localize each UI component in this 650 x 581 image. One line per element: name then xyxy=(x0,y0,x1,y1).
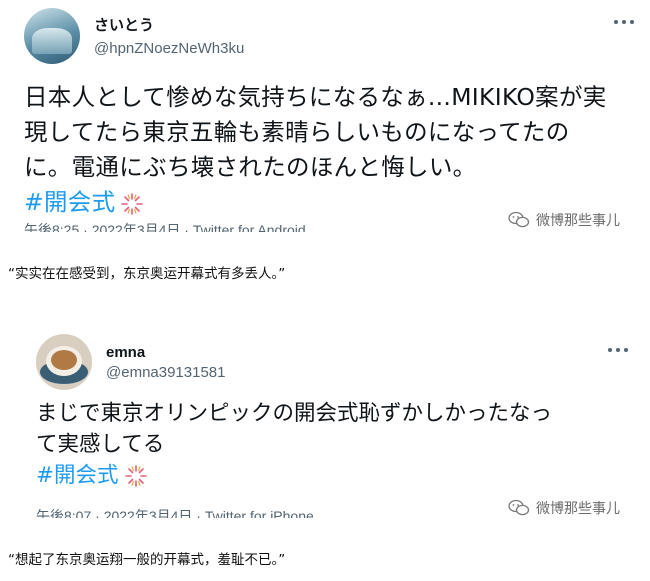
firework-icon xyxy=(121,192,144,215)
tweet-text: 日本人として惨めな気持ちになるなぁ...MIKIKO案が実 現してたら東京五輪も… xyxy=(24,80,630,220)
avatar[interactable] xyxy=(24,8,80,64)
user-handle[interactable]: @hpnZNoezNeWh3ku xyxy=(94,40,244,57)
tweet-meta: 午後8:25 · 2022年3月4日 · Twitter for Android xyxy=(24,222,306,232)
tweet-text-line: 現してたら東京五輪も素晴らしいものになってたの xyxy=(24,118,570,146)
hashtag-link[interactable]: #開会式 xyxy=(24,188,115,216)
more-dots-icon[interactable] xyxy=(608,340,628,360)
tweet-text-line: まじで東京オリンピックの開会式恥ずかしかったなっ xyxy=(36,401,553,426)
watermark: 微博那些事儿 xyxy=(508,210,620,230)
tweet-text-line: 日本人として惨めな気持ちになるなぁ...MIKIKO案が実 xyxy=(24,83,607,111)
display-name[interactable]: emna xyxy=(106,344,145,361)
display-name[interactable]: さいとう xyxy=(94,14,154,35)
tweet-card[interactable]: emna @emna39131581 まじで東京オリンピックの開会式恥ずかしかっ… xyxy=(0,320,650,520)
avatar[interactable] xyxy=(36,334,92,390)
watermark-text: 微博那些事儿 xyxy=(536,213,620,229)
watermark: 微博那些事儿 xyxy=(508,498,620,518)
user-handle[interactable]: @emna39131581 xyxy=(106,364,226,381)
firework-icon xyxy=(124,465,147,487)
caption: “想起了东京奥运翔一般的开幕式，羞耻不已。” xyxy=(8,552,286,568)
watermark-text: 微博那些事儿 xyxy=(536,501,620,517)
tweet-meta: 午後8:07 · 2022年3月4日 · Twitter for iPhone xyxy=(36,508,314,518)
tweet-text-line: に。電通にぶち壊されたのほんと悔しい。 xyxy=(24,153,477,181)
tweet-text: まじで東京オリンピックの開会式恥ずかしかったなっ て実感してる #開会式 xyxy=(36,398,636,491)
wechat-icon xyxy=(508,211,530,228)
tweet-card[interactable]: さいとう @hpnZNoezNeWh3ku 日本人として惨めな気持ちになるなぁ.… xyxy=(0,0,650,236)
hashtag-link[interactable]: #開会式 xyxy=(36,463,119,488)
more-dots-icon[interactable] xyxy=(614,12,634,32)
caption: “实实在在感受到，东京奥运开幕式有多丢人。” xyxy=(8,266,286,282)
tweet-text-line: て実感してる xyxy=(36,432,165,457)
wechat-icon xyxy=(508,499,530,516)
